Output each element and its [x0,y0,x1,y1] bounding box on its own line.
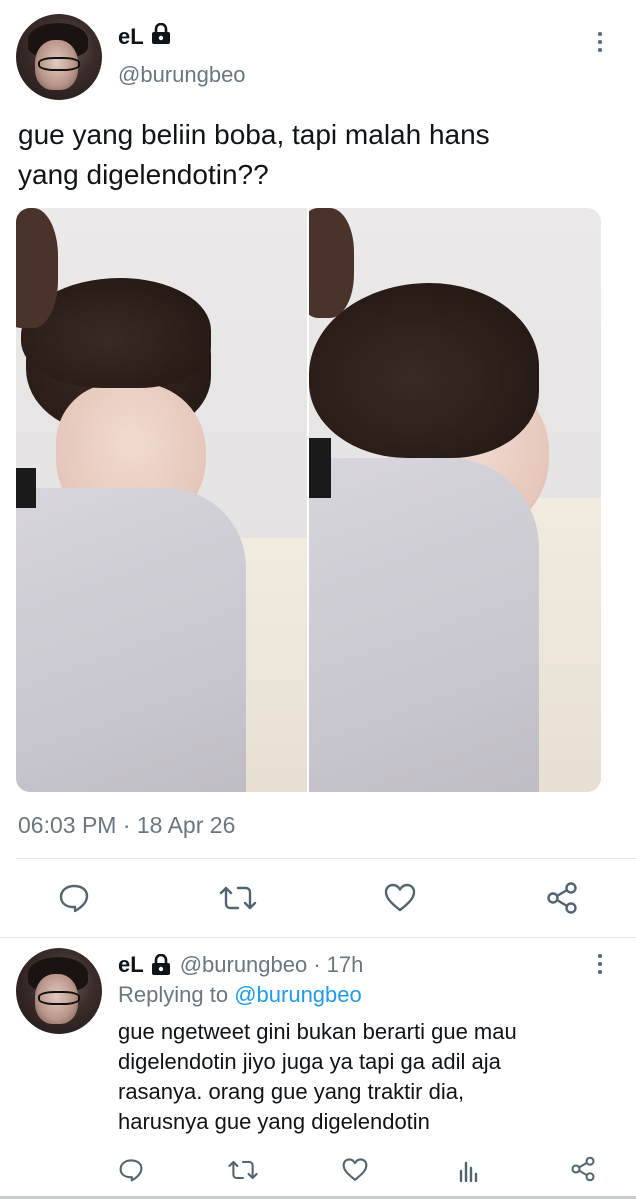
reply-text-line: gue ngetweet gini bukan berarti gue mau [118,1019,517,1044]
replying-handle-link[interactable]: @burungbeo [234,982,362,1007]
divider [16,858,636,859]
media-photo-1[interactable] [16,208,307,792]
retweet-icon[interactable] [224,1154,262,1186]
tweet-text-line: yang digelendotin?? [18,159,269,190]
handle[interactable]: @burungbeo [180,952,308,978]
more-vertical-icon[interactable] [595,32,605,52]
more-vertical-icon[interactable] [595,954,605,974]
display-name[interactable]: eL [118,952,144,978]
media-grid[interactable] [16,208,601,792]
share-icon[interactable] [566,1152,600,1186]
tweet-text-line: gue yang beliin boba, tapi malah hans [18,119,490,150]
reply-text-line: harusnya gue yang digelendotin [118,1109,430,1134]
reply-text-line: digelendotin jiyo juga ya tapi ga adil a… [118,1049,501,1074]
reply-text: gue ngetweet gini bukan berarti gue mau … [118,1017,618,1137]
timestamp[interactable]: 06:03 PM · 18 Apr 26 [18,812,235,839]
reply-text-line: rasanya. orang gue yang traktir dia, [118,1079,465,1104]
handle[interactable]: @burungbeo [118,62,246,88]
avatar[interactable] [16,14,102,100]
divider [0,937,636,938]
share-icon[interactable] [542,878,582,918]
display-name[interactable]: eL [118,24,144,50]
lock-icon [150,22,172,50]
media-photo-2[interactable] [309,208,601,792]
retweet-icon[interactable] [216,880,260,916]
reply-icon[interactable] [54,880,94,916]
lock-icon [150,953,172,976]
replying-prefix: Replying to [118,982,229,1007]
like-icon[interactable] [380,880,420,916]
reply-time[interactable]: · 17h [313,952,363,978]
tweet-text: gue yang beliin boba, tapi malah hans ya… [18,115,490,195]
reply-icon[interactable] [114,1154,148,1186]
analytics-icon[interactable] [452,1154,486,1186]
reply-header: eL @burungbeo · 17h [118,952,363,978]
like-icon[interactable] [338,1154,372,1186]
replying-to: Replying to @burungbeo [118,982,362,1008]
avatar[interactable] [16,948,102,1034]
